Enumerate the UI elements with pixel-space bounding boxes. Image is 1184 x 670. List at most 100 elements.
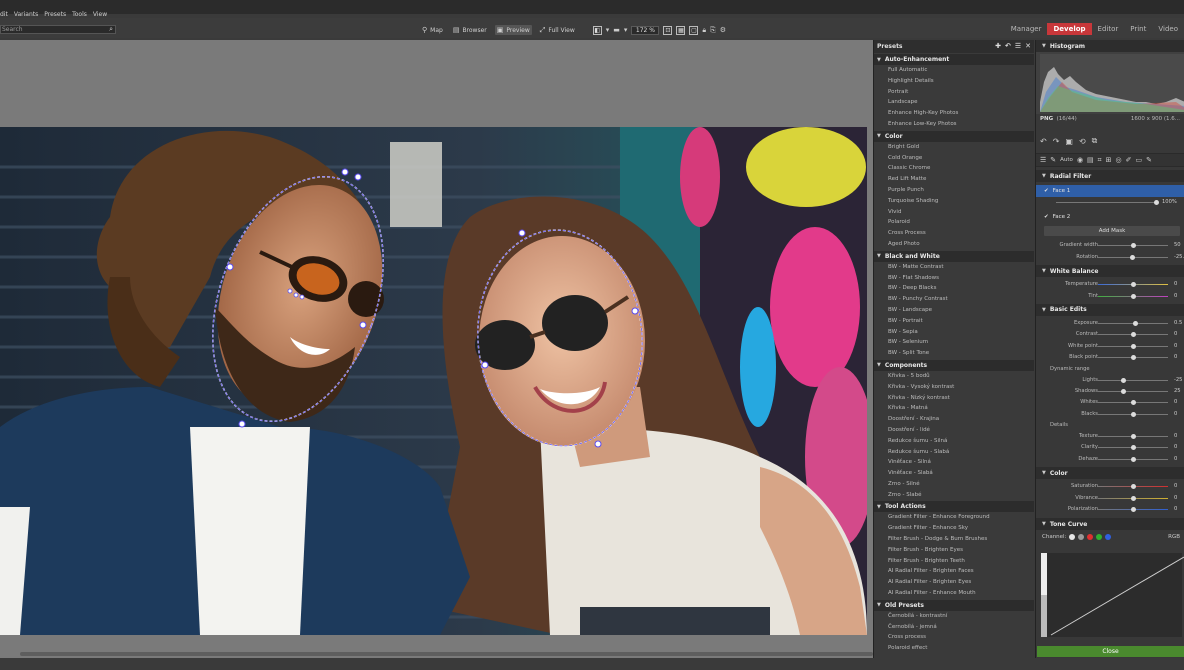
gradient-width-slider[interactable]: Gradient width 50 xyxy=(1036,240,1184,251)
preset-item[interactable]: Doostření - Krajina xyxy=(874,414,1034,425)
slider-texture[interactable]: Texture 0 xyxy=(1036,431,1184,442)
fit-icon[interactable]: ⊡ xyxy=(663,25,673,35)
preset-item[interactable]: Full Automatic xyxy=(874,65,1034,76)
tab-manager[interactable]: Manager xyxy=(1005,23,1048,35)
menu-variants[interactable]: Variants xyxy=(14,11,38,18)
preset-item[interactable]: BW - Sepia xyxy=(874,327,1034,338)
slider-exposure[interactable]: Exposure 0.5 xyxy=(1036,318,1184,329)
slider-blacks[interactable]: Blacks 0 xyxy=(1036,409,1184,420)
mask-face-1[interactable]: ✔ Face 1 xyxy=(1036,185,1184,197)
preset-item[interactable]: Křivka - Nízký kontrast xyxy=(874,393,1034,404)
slider-knob[interactable] xyxy=(1130,332,1136,338)
mask-opacity-slider[interactable]: 100% xyxy=(1036,197,1184,208)
undo-icon[interactable]: ↶ xyxy=(1005,42,1011,50)
preset-item[interactable]: BW - Selenium xyxy=(874,337,1034,348)
radial-filter-header[interactable]: ▼ Radial Filter xyxy=(1036,170,1184,182)
menu-tools[interactable]: Tools xyxy=(72,11,87,18)
preset-item[interactable]: BW - Punchy Contrast xyxy=(874,294,1034,305)
full-view-button[interactable]: ⤢ Full View xyxy=(538,25,577,35)
preset-item[interactable]: Portrait xyxy=(874,87,1034,98)
preset-item[interactable]: Enhance High-Key Photos xyxy=(874,108,1034,119)
preset-item[interactable]: Vivid xyxy=(874,207,1034,218)
preset-item[interactable]: Red Lift Matte xyxy=(874,174,1034,185)
minus-icon[interactable]: ▬ xyxy=(613,26,620,34)
close-icon[interactable]: ✕ xyxy=(1025,42,1031,50)
pen-icon[interactable]: ✎ xyxy=(1146,156,1152,164)
preset-category[interactable]: ▼ Auto-Enhancement xyxy=(874,54,1034,65)
slider-knob[interactable] xyxy=(1133,320,1139,326)
preset-item[interactable]: Turquoise Shading xyxy=(874,196,1034,207)
preset-item[interactable]: Cross process xyxy=(874,632,1034,643)
auto-icon[interactable]: ✎ xyxy=(1050,156,1056,164)
redo-icon[interactable]: ↷ xyxy=(1053,137,1060,146)
preset-item[interactable]: Purple Punch xyxy=(874,185,1034,196)
preset-item[interactable]: Černobílá - kontrastní xyxy=(874,611,1034,622)
slider-knob[interactable] xyxy=(1130,355,1136,361)
crop-icon[interactable]: ⌗ xyxy=(1098,156,1102,165)
preset-item[interactable]: BW - Deep Blacks xyxy=(874,283,1034,294)
preset-item[interactable]: Aged Photo xyxy=(874,239,1034,250)
menu-presets[interactable]: Presets xyxy=(44,11,66,18)
preset-item[interactable]: Křivka - Vysoký kontrast xyxy=(874,382,1034,393)
preset-item[interactable]: Highlight Details xyxy=(874,76,1034,87)
copy-settings-icon[interactable]: ⧉ xyxy=(1092,136,1098,146)
photo[interactable] xyxy=(0,127,867,635)
slider-knob[interactable] xyxy=(1130,507,1136,513)
slider-saturation[interactable]: Saturation 0 xyxy=(1036,481,1184,492)
fill-icon[interactable]: ▢ xyxy=(689,25,699,35)
preset-category[interactable]: ▼ Tool Actions xyxy=(874,501,1034,513)
channel-luma-dot[interactable] xyxy=(1078,533,1085,540)
slider-contrast[interactable]: Contrast 0 xyxy=(1036,329,1184,340)
preset-item[interactable]: BW - Matte Contrast xyxy=(874,262,1034,273)
preset-item[interactable]: AI Radial Filter - Brighten Eyes xyxy=(874,577,1034,588)
list-icon[interactable]: ☰ xyxy=(1015,42,1021,50)
preset-item[interactable]: Redukce šumu - Slabá xyxy=(874,447,1034,458)
export-icon[interactable]: ⎘ xyxy=(710,26,716,35)
preset-category[interactable]: ▼ Components xyxy=(874,359,1034,371)
preset-item[interactable]: Křivka - 5 bodů xyxy=(874,371,1034,382)
radial-filter-icon[interactable]: ◎ xyxy=(1116,156,1122,164)
preset-item[interactable]: Classic Chrome xyxy=(874,163,1034,174)
slider-knob[interactable] xyxy=(1130,293,1136,299)
preset-item[interactable]: Doostření - lidé xyxy=(874,425,1034,436)
zoom-field[interactable]: 172 % xyxy=(631,25,660,35)
map-button[interactable]: ⚲ Map xyxy=(420,25,445,35)
chevron-down-icon[interactable]: ▾ xyxy=(624,26,628,34)
compare-icon[interactable]: ▣ xyxy=(1065,137,1073,146)
camera-icon[interactable]: ◉ xyxy=(1077,156,1083,164)
preset-item[interactable]: BW - Portrait xyxy=(874,316,1034,327)
slider-black-point[interactable]: Black point 0 xyxy=(1036,352,1184,363)
auto-label[interactable]: Auto xyxy=(1060,157,1073,163)
slider-track[interactable] xyxy=(1098,390,1168,392)
menu-icon[interactable]: ☰ xyxy=(1040,156,1046,164)
tab-print[interactable]: Print xyxy=(1124,23,1152,35)
preset-item[interactable]: Polaroid xyxy=(874,217,1034,228)
menu-view[interactable]: View xyxy=(93,11,107,18)
channel-green-dot[interactable] xyxy=(1096,533,1103,540)
preset-item[interactable]: Cross Process xyxy=(874,228,1034,239)
checkbox-icon[interactable]: ✔ xyxy=(1044,188,1049,194)
browser-button[interactable]: ▤ Browser xyxy=(451,25,489,35)
preset-item[interactable]: Viněťace - Slabá xyxy=(874,468,1034,479)
slider-tint[interactable]: Tint 0 xyxy=(1036,291,1184,302)
preset-item[interactable]: Černobílá - jemná xyxy=(874,622,1034,633)
chevron-down-icon[interactable]: ▾ xyxy=(606,26,610,34)
preset-category[interactable]: ▼ Color xyxy=(874,130,1034,142)
slider-knob[interactable] xyxy=(1130,343,1136,349)
preset-item[interactable]: Zrno - Silné xyxy=(874,479,1034,490)
close-button[interactable]: Close xyxy=(1037,646,1184,657)
preset-item[interactable]: Bright Gold xyxy=(874,142,1034,153)
slider-vibrance[interactable]: Vibrance 0 xyxy=(1036,493,1184,504)
gradient-icon[interactable]: ▭ xyxy=(1135,156,1142,164)
preset-item[interactable]: Zrno - Slabé xyxy=(874,490,1034,501)
preset-category[interactable]: ▼ Black and White xyxy=(874,250,1034,262)
channel-blue-dot[interactable] xyxy=(1105,533,1112,540)
mask-face-2[interactable]: ✔ Face 2 xyxy=(1036,211,1184,223)
slider-polarization[interactable]: Polarization 0 xyxy=(1036,504,1184,515)
preset-item[interactable]: BW - Split Tone xyxy=(874,348,1034,359)
preset-item[interactable]: Gradient Filter - Enhance Foreground xyxy=(874,512,1034,523)
preset-item[interactable]: Křivka - Matná xyxy=(874,403,1034,414)
slider-knob[interactable] xyxy=(1130,400,1136,406)
slider-knob[interactable] xyxy=(1121,388,1127,394)
slider-knob[interactable] xyxy=(1130,445,1136,451)
